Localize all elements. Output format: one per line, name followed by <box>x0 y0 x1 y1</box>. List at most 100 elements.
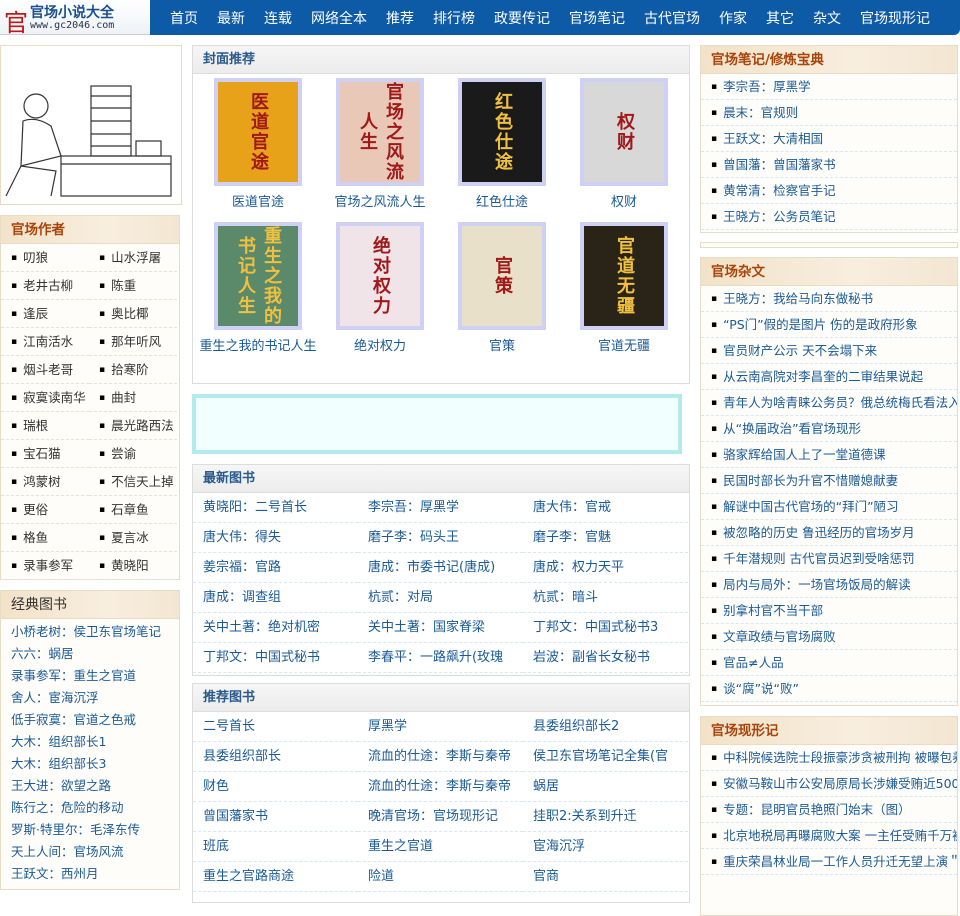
latest-book-link[interactable]: 李宗吾：厚黑学 <box>358 493 523 523</box>
author-link[interactable]: 陈重 <box>89 272 177 300</box>
recommend-book-link[interactable]: 重生之官路商途 <box>193 862 358 892</box>
latest-book-link[interactable]: 岩波：副省长女秘书 <box>523 643 688 673</box>
essay-link[interactable]: 青年人为啥青睐公务员？俄总统梅氏看法入 <box>701 390 957 416</box>
author-link[interactable]: 老井古柳 <box>1 272 89 300</box>
classic-book-link[interactable]: 罗斯·特里尔：毛泽东传 <box>1 819 179 841</box>
essay-link[interactable]: 民国时部长为升官不惜赠媳献妻 <box>701 468 957 494</box>
recommend-book-link[interactable]: 侯卫东官场笔记全集(官 <box>523 742 688 772</box>
essay-link[interactable]: 王晓方：我给马向东做秘书 <box>701 286 957 312</box>
essay-link[interactable]: 解谜中国古代官场的“拜门”陋习 <box>701 494 957 520</box>
recommend-book-link[interactable]: 晚清官场：官场现形记 <box>358 802 523 832</box>
cover-item[interactable]: 红色仕途 红色仕途 <box>441 78 563 213</box>
recommend-book-link[interactable]: 班底 <box>193 832 358 862</box>
essay-link[interactable]: 被忽略的历史 鲁迅经历的官场岁月 <box>701 520 957 546</box>
cover-title[interactable]: 官策 <box>441 336 563 357</box>
nav-link[interactable]: 网络全本 <box>311 8 367 28</box>
author-link[interactable]: 奥比椰 <box>89 300 177 328</box>
latest-book-link[interactable]: 唐成：市委书记(唐成) <box>358 553 523 583</box>
latest-book-link[interactable]: 丁邦文：中国式秘书 <box>193 643 358 673</box>
recommend-book-link[interactable]: 流血的仕途：李斯与秦帝 <box>358 742 523 772</box>
author-link[interactable]: 录事参军 <box>1 552 89 580</box>
nav-link[interactable]: 排行榜 <box>433 8 475 28</box>
nav-link[interactable]: 古代官场 <box>644 8 700 28</box>
recommend-book-link[interactable]: 挂职2:关系到升迁 <box>523 802 688 832</box>
nav-link[interactable]: 其它 <box>766 8 794 28</box>
cover-title[interactable]: 官场之风流人生 <box>319 192 441 213</box>
site-logo[interactable]: 官 官场小说大全 www.gc2046.com <box>0 0 150 37</box>
latest-book-link[interactable]: 磨子李：码头王 <box>358 523 523 553</box>
recommend-book-link[interactable]: 蜗居 <box>523 772 688 802</box>
latest-book-link[interactable]: 姜宗福：官路 <box>193 553 358 583</box>
classic-book-link[interactable]: 录事参军：重生之官道 <box>1 665 179 687</box>
latest-book-link[interactable]: 丁邦文：中国式秘书3 <box>523 613 688 643</box>
cover-item[interactable]: 官场之风流人生 官场之风流人生 <box>319 78 441 213</box>
recommend-book-link[interactable]: 官商 <box>523 862 688 892</box>
cover-title[interactable]: 红色仕途 <box>441 192 563 213</box>
author-link[interactable]: 不信天上掉 <box>89 468 177 496</box>
xianxing-link[interactable]: 安徽马鞍山市公安局原局长涉嫌受贿近500 <box>701 771 957 797</box>
classic-book-link[interactable]: 大木：组织部长1 <box>1 731 179 753</box>
essay-link[interactable]: 骆家辉给国人上了一堂道德课 <box>701 442 957 468</box>
latest-book-link[interactable]: 唐大伟：官戒 <box>523 493 688 523</box>
author-link[interactable]: 逢辰 <box>1 300 89 328</box>
author-link[interactable]: 江南活水 <box>1 328 89 356</box>
cover-item[interactable]: 绝对权力 绝对权力 <box>319 222 441 357</box>
cover-item[interactable]: 官道无疆 官道无疆 <box>563 222 685 357</box>
classic-book-link[interactable]: 小桥老树：侯卫东官场笔记 <box>1 621 179 643</box>
xianxing-link[interactable]: 专题：昆明官员艳照门始末（图） <box>701 797 957 823</box>
latest-book-link[interactable]: 磨子李：官魅 <box>523 523 688 553</box>
nav-link[interactable]: 政要传记 <box>494 8 550 28</box>
recommend-book-link[interactable]: 流血的仕途：李斯与秦帝 <box>358 772 523 802</box>
nav-link[interactable]: 连载 <box>264 8 292 28</box>
essay-link[interactable]: 局内与局外：一场官场饭局的解读 <box>701 572 957 598</box>
cover-image[interactable]: 官场之风流人生 <box>336 78 424 186</box>
essay-link[interactable]: 从“换届政治”看官场现形 <box>701 416 957 442</box>
cover-item[interactable]: 重生之我的书记人生 重生之我的书记人生 <box>197 222 319 357</box>
cover-image[interactable]: 医道官途 <box>214 78 302 186</box>
author-link[interactable]: 寂寞读南华 <box>1 384 89 412</box>
recommend-book-link[interactable]: 厚黑学 <box>358 712 523 742</box>
essay-link[interactable]: 千年潜规则 古代官员迟到受啥惩罚 <box>701 546 957 572</box>
essay-link[interactable]: “PS门”假的是图片 伤的是政府形象 <box>701 312 957 338</box>
author-link[interactable]: 夏言冰 <box>89 524 177 552</box>
cover-image[interactable]: 红色仕途 <box>458 78 546 186</box>
nav-link[interactable]: 官场笔记 <box>569 8 625 28</box>
xianxing-link[interactable]: 重庆荣昌林业局一工作人员升迁无望上演＂ <box>701 849 957 875</box>
essay-link[interactable]: 官品≠人品 <box>701 650 957 676</box>
cover-title[interactable]: 官道无疆 <box>563 336 685 357</box>
recommend-book-link[interactable]: 二号首长 <box>193 712 358 742</box>
classic-book-link[interactable]: 六六：蜗居 <box>1 643 179 665</box>
notes-link[interactable]: 王跃文：大清相国 <box>701 126 957 152</box>
classic-book-link[interactable]: 大木：组织部长3 <box>1 753 179 775</box>
nav-link[interactable]: 首页 <box>170 8 198 28</box>
latest-book-link[interactable]: 杭贰：暗斗 <box>523 583 688 613</box>
author-link[interactable]: 叨狼 <box>1 244 89 272</box>
recommend-book-link[interactable]: 县委组织部长2 <box>523 712 688 742</box>
classic-book-link[interactable]: 低手寂寞：官道之色戒 <box>1 709 179 731</box>
cover-item[interactable]: 权财 权财 <box>563 78 685 213</box>
author-link[interactable]: 那年听风 <box>89 328 177 356</box>
essay-link[interactable]: 谈“腐”说“败” <box>701 676 957 702</box>
essay-link[interactable]: 别拿村官不当干部 <box>701 598 957 624</box>
recommend-book-link[interactable]: 险道 <box>358 862 523 892</box>
classic-book-link[interactable]: 陈行之：危险的移动 <box>1 797 179 819</box>
latest-book-link[interactable]: 关中土著：国家脊梁 <box>358 613 523 643</box>
author-link[interactable]: 黄晓阳 <box>89 552 177 580</box>
cover-image[interactable]: 绝对权力 <box>336 222 424 330</box>
author-link[interactable]: 石章鱼 <box>89 496 177 524</box>
cover-title[interactable]: 医道官途 <box>197 192 319 213</box>
classic-book-link[interactable]: 王跃文：西州月 <box>1 863 179 885</box>
latest-book-link[interactable]: 黄晓阳：二号首长 <box>193 493 358 523</box>
author-link[interactable]: 山水浮屠 <box>89 244 177 272</box>
author-link[interactable]: 瑞根 <box>1 412 89 440</box>
notes-link[interactable]: 黄常清：检察官手记 <box>701 178 957 204</box>
cover-title[interactable]: 绝对权力 <box>319 336 441 357</box>
latest-book-link[interactable]: 关中土著：绝对机密 <box>193 613 358 643</box>
nav-link[interactable]: 作家 <box>719 8 747 28</box>
notes-link[interactable]: 王晓方：公务员笔记 <box>701 204 957 230</box>
latest-book-link[interactable]: 唐成：调查组 <box>193 583 358 613</box>
nav-link[interactable]: 杂文 <box>813 8 841 28</box>
author-link[interactable]: 拾寒阶 <box>89 356 177 384</box>
nav-link[interactable]: 最新 <box>217 8 245 28</box>
recommend-book-link[interactable]: 县委组织部长 <box>193 742 358 772</box>
